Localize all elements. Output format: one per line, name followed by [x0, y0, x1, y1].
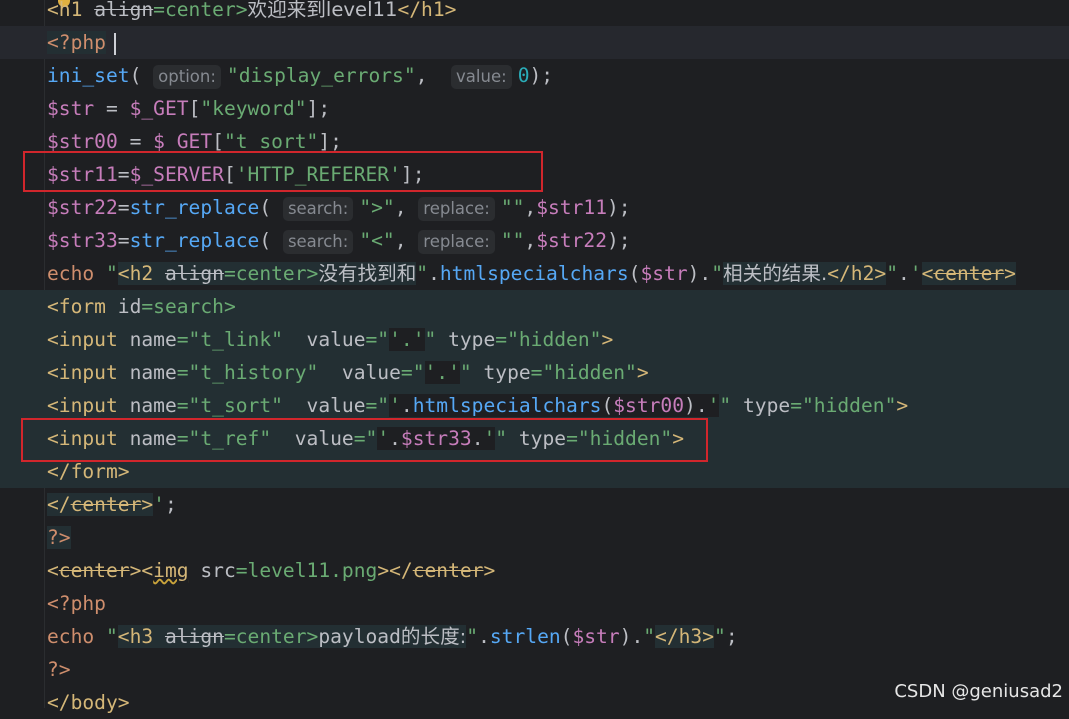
code-line-7: $str22=str_replace( search: ">", replace:…	[47, 196, 631, 221]
code-line-20: echo "<h3 align=center>payload的长度:".strl…	[47, 625, 738, 648]
param-hint-replace: replace:	[418, 230, 495, 254]
code-line-16: </center>';	[47, 493, 177, 516]
code-line-18: <center><img src=level11.png></center>	[47, 559, 496, 582]
code-line-2: <?php	[0, 26, 1069, 59]
code-line-12: <input name="t_history" value="'.'" type…	[0, 356, 1069, 389]
code-line-3: ini_set( option: "display_errors", value:…	[47, 64, 554, 89]
code-line-19: <?php	[47, 592, 106, 615]
code-line-17: ?>	[47, 526, 71, 549]
param-hint-replace: replace:	[418, 197, 495, 221]
code-line-11: <input name="t_link" value="'.'" type="h…	[0, 323, 1069, 356]
code-line-10: <form id=search>	[0, 290, 1069, 323]
watermark: CSDN @geniusad2	[894, 681, 1063, 702]
text-caret	[113, 32, 116, 55]
code-line-4: $str = $_GET["keyword"];	[47, 97, 331, 120]
code-line-8: $str33=str_replace( search: "<", replace:…	[47, 229, 631, 254]
param-hint-search: search:	[282, 197, 354, 221]
param-hint-search: search:	[282, 230, 354, 254]
code-line-1: <h1 align=center>欢迎来到level11</h1>	[47, 0, 457, 21]
param-hint-option: option:	[153, 65, 221, 89]
highlight-box-referer	[23, 151, 543, 192]
code-line-9: echo "<h2 align=center>没有找到和".htmlspecia…	[47, 262, 1016, 285]
param-hint-value: value:	[451, 65, 512, 89]
highlight-box-t-ref	[21, 418, 708, 462]
